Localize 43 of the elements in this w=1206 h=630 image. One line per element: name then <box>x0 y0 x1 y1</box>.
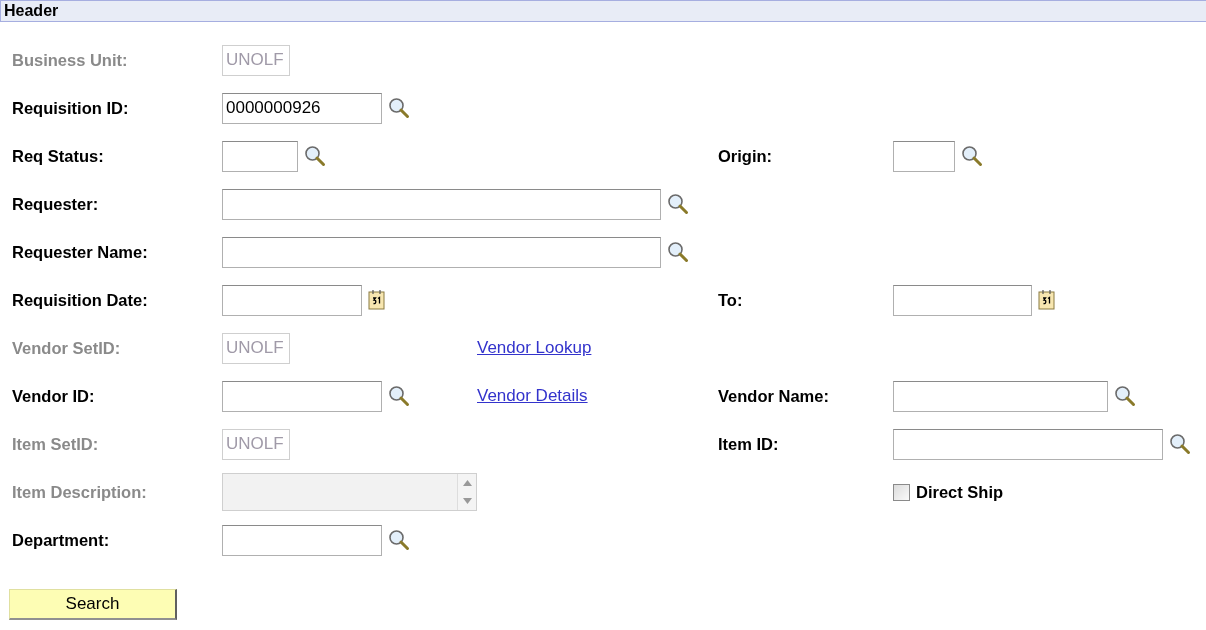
search-icon[interactable] <box>667 241 689 263</box>
search-icon[interactable] <box>388 385 410 407</box>
input-field[interactable] <box>222 236 661 268</box>
field-label: Business Unit: <box>12 50 129 70</box>
field-label: Req Status: <box>12 146 105 166</box>
input-field[interactable] <box>222 140 298 172</box>
field-label: Requester Name: <box>12 242 149 262</box>
search-icon[interactable] <box>667 193 689 215</box>
field-label: Requisition Date: <box>12 290 149 310</box>
search-icon[interactable] <box>961 145 983 167</box>
input-field[interactable]: 0000000926 <box>222 92 382 124</box>
field-label: Item SetID: <box>12 434 100 454</box>
input-field[interactable] <box>222 284 362 316</box>
field-label: Item Description: <box>12 482 148 502</box>
search-icon[interactable] <box>388 97 410 119</box>
search-icon[interactable] <box>388 529 410 551</box>
field-label: Vendor SetID: <box>12 338 122 358</box>
field-label: Vendor ID: <box>12 386 96 406</box>
field-label: Requester: <box>12 194 100 214</box>
input-field[interactable] <box>893 428 1163 460</box>
search-icon[interactable] <box>1114 385 1136 407</box>
field-label: Item ID: <box>718 434 779 453</box>
field-label: Vendor Name: <box>718 386 829 405</box>
input-field[interactable] <box>222 380 382 412</box>
search-button[interactable]: Search <box>9 589 177 620</box>
section-title: Header <box>4 2 59 20</box>
vendor-link[interactable]: Vendor Details <box>477 386 588 405</box>
input-field[interactable] <box>222 188 661 220</box>
field-label: Requisition ID: <box>12 98 130 118</box>
field-label: Origin: <box>718 146 773 165</box>
search-icon[interactable] <box>304 145 326 167</box>
input-field[interactable] <box>893 140 955 172</box>
checkbox[interactable] <box>893 483 910 501</box>
input-field[interactable] <box>893 284 1032 316</box>
calendar-icon[interactable] <box>368 289 386 311</box>
input-field[interactable] <box>222 524 382 556</box>
search-icon[interactable] <box>1169 433 1191 455</box>
field-label: To: <box>718 290 743 309</box>
field-label: Department: <box>12 530 111 550</box>
vendor-link[interactable]: Vendor Lookup <box>477 338 592 357</box>
calendar-icon[interactable] <box>1038 289 1056 311</box>
checkbox-label: Direct Ship <box>916 482 1004 502</box>
input-field[interactable] <box>893 380 1108 412</box>
